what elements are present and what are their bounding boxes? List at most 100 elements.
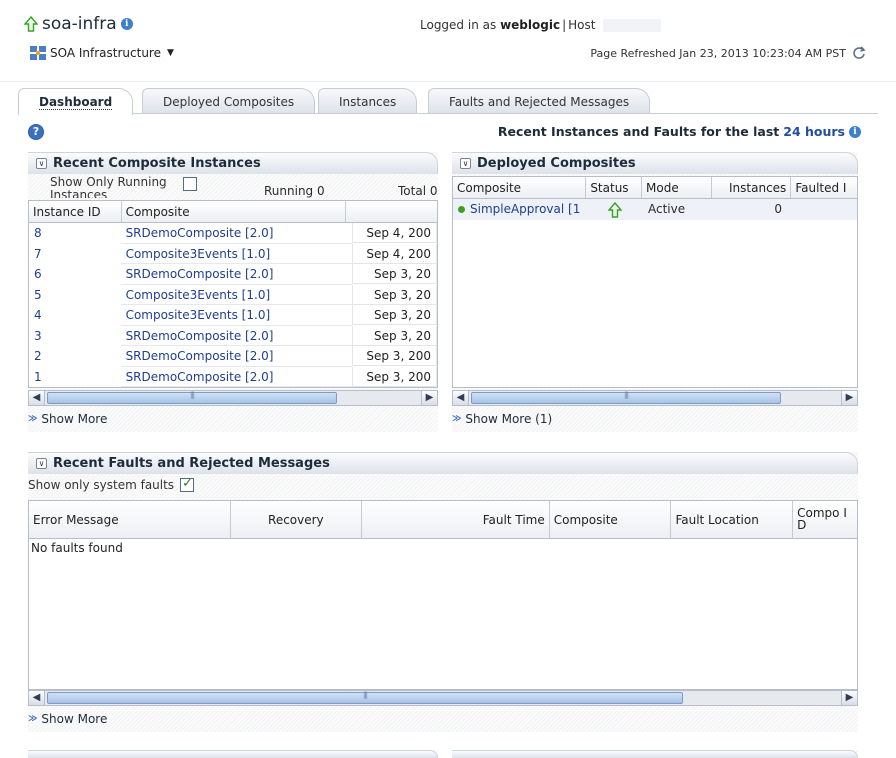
composite-link[interactable]: Composite3Events [1.0] [120,285,353,305]
page-refreshed-text: Page Refreshed Jan 23, 2013 10:23:04 AM … [590,46,846,60]
date-cell: Sep 3, 20 [352,264,437,284]
help-icon[interactable]: ? [28,124,44,140]
horizontal-scrollbar[interactable]: ◀ ▶ [28,390,438,406]
column-header-faulted[interactable]: Faulted I [791,177,857,198]
tab-dashboard-label: Dashboard [39,95,113,110]
date-cell: Sep 3, 200 [352,366,437,387]
instance-id-link[interactable]: 4 [29,305,121,326]
date-cell: Sep 3, 200 [352,346,437,366]
horizontal-scrollbar[interactable]: ◀ ▶ [28,690,858,706]
host-label: Host [568,18,596,32]
instance-id-link[interactable]: 6 [29,264,121,285]
info-icon[interactable]: i [849,125,861,138]
column-header-instances[interactable]: Instances [712,177,792,198]
running-count: Running 0 [264,184,325,198]
instance-id-link[interactable]: 2 [29,346,121,367]
tab-bar: Dashboard Deployed Composites Instances … [18,88,878,115]
tab-faults-and-rejected-messages[interactable]: Faults and Rejected Messages [428,88,651,114]
table-row[interactable]: 8 SRDemoComposite [2.0] Sep 4, 200 [29,223,437,244]
scroll-right-icon[interactable]: ▶ [421,391,437,405]
bottom-left-panel [28,750,438,758]
up-arrow-icon [607,201,623,218]
tab-instances[interactable]: Instances [318,88,418,114]
column-header-composite[interactable]: Composite [550,501,672,538]
instance-id-link[interactable]: 1 [29,367,121,388]
composite-link[interactable]: SRDemoComposite [2.0] [120,346,353,367]
column-header-recovery[interactable]: Recovery [231,501,363,538]
collapse-icon[interactable]: ∨ [460,158,471,169]
column-header-fault-location[interactable]: Fault Location [671,501,794,538]
table-row[interactable]: 1 SRDemoComposite [2.0] Sep 3, 200 [29,366,437,388]
scroll-right-icon[interactable]: ▶ [841,691,857,705]
show-more-link[interactable]: ≫ Show More [28,712,107,726]
instance-id-link[interactable]: 7 [29,244,121,265]
column-header-error-message[interactable]: Error Message [29,501,231,538]
collapse-icon[interactable]: ∨ [36,158,47,169]
refresh-icon[interactable] [852,46,866,60]
collapse-icon[interactable]: ∨ [36,458,47,469]
panel-title: Recent Faults and Rejected Messages [53,456,330,471]
system-faults-checkbox[interactable] [180,476,195,492]
total-count: Total 0 [398,184,438,198]
column-header-status[interactable]: Status [586,177,643,198]
double-chevron-icon: ≫ [452,414,462,424]
host-value [603,19,662,32]
target-menu[interactable]: SOA Infrastructure ▼ [30,46,174,60]
double-chevron-icon: ≫ [28,414,38,424]
instance-id-link[interactable]: 5 [29,285,121,306]
composite-cell[interactable]: SimpleApproval [1 [453,199,587,220]
show-more-link[interactable]: ≫ Show More [28,412,107,426]
column-header-date[interactable] [346,201,437,222]
scroll-left-icon[interactable]: ◀ [453,391,469,405]
tab-deployed-composites[interactable]: Deployed Composites [142,88,316,114]
composite-link[interactable]: SRDemoComposite [2.0] [120,264,353,285]
show-more-label: Show More [41,712,108,726]
composite-link[interactable]: SRDemoComposite [2.0] [120,367,353,387]
column-header-instance-id[interactable]: Instance ID [29,201,122,222]
tab-dashboard[interactable]: Dashboard [18,88,134,115]
table-row[interactable]: 4 Composite3Events [1.0] Sep 3, 20 [29,305,437,326]
scroll-thumb[interactable] [471,392,781,404]
column-header-fault-time[interactable]: Fault Time [362,501,550,538]
scroll-thumb[interactable] [47,692,683,704]
instances-table: Instance ID Composite 8 SRDemoComposite [… [28,200,438,388]
time-range: Recent Instances and Faults for the last… [498,124,861,139]
composite-link[interactable]: SRDemoComposite [2.0] [120,223,353,244]
composite-link[interactable]: SimpleApproval [1 [470,199,580,220]
composite-link[interactable]: Composite3Events [1.0] [120,305,353,326]
scroll-right-icon[interactable]: ▶ [841,391,857,405]
scroll-thumb[interactable] [47,392,337,404]
show-running-label: Show Only Running Instances [50,176,167,198]
recent-composite-instances-panel: ∨ Recent Composite Instances Show Only R… [28,152,438,432]
panel-header: ∨ Deployed Composites [452,152,858,174]
horizontal-scrollbar[interactable]: ◀ ▶ [452,390,858,406]
table-row[interactable]: 2 SRDemoComposite [2.0] Sep 3, 200 [29,346,437,367]
column-header-mode[interactable]: Mode [642,177,712,198]
app-name: soa-infra [42,14,117,34]
scroll-left-icon[interactable]: ◀ [29,691,45,705]
bottom-right-panel [452,750,858,758]
composite-link[interactable]: Composite3Events [1.0] [120,244,353,264]
panel-title: Deployed Composites [477,156,636,171]
column-header-composite-id[interactable]: Compo ID [793,501,857,538]
show-more-link[interactable]: ≫ Show More (1) [452,412,552,426]
scroll-left-icon[interactable]: ◀ [29,391,45,405]
table-row[interactable]: SimpleApproval [1 Active 0 [453,199,857,220]
table-row[interactable]: 6 SRDemoComposite [2.0] Sep 3, 20 [29,264,437,285]
faults-table: Error Message Recovery Fault Time Compos… [28,500,858,690]
table-row[interactable]: 3 SRDemoComposite [2.0] Sep 3, 20 [29,325,437,347]
deployed-composites-table: Composite Status Mode Instances Faulted … [452,176,858,388]
info-icon[interactable]: i [120,18,133,30]
table-row[interactable]: 7 Composite3Events [1.0] Sep 4, 200 [29,243,437,265]
column-header-composite[interactable]: Composite [122,201,347,222]
composite-link[interactable]: SRDemoComposite [2.0] [120,326,353,346]
instance-id-link[interactable]: 3 [29,326,121,347]
table-row[interactable]: 5 Composite3Events [1.0] Sep 3, 20 [29,284,437,306]
column-header-composite[interactable]: Composite [453,177,587,198]
panel-header: ∨ Recent Faults and Rejected Messages [28,452,858,474]
time-range-link[interactable]: 24 hours [783,124,845,139]
status-cell [587,199,643,220]
instance-id-link[interactable]: 8 [29,223,121,244]
show-running-checkbox[interactable] [183,177,197,191]
show-more-label: Show More [41,412,108,426]
